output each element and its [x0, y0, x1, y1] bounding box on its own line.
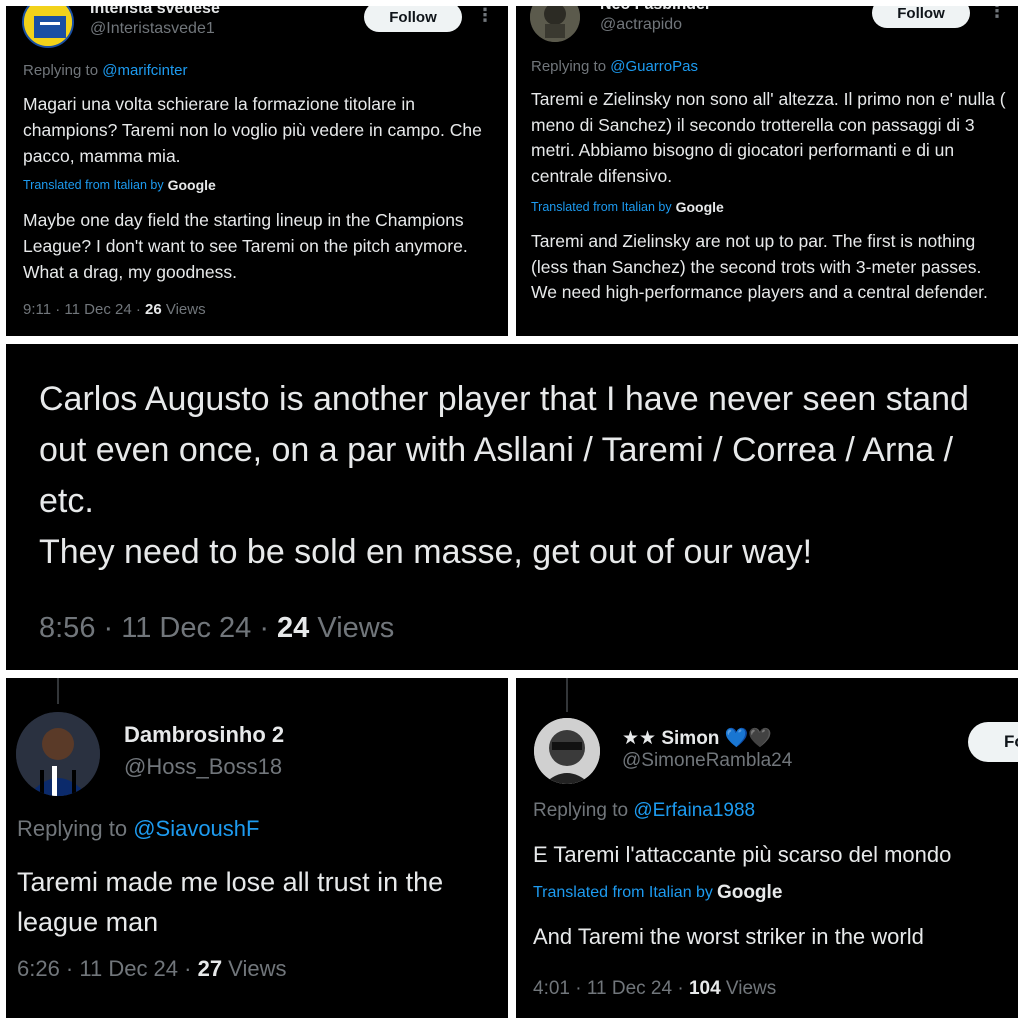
tweet-translation: Taremi and Zielinsky are not up to par. …	[531, 231, 988, 302]
views-label: Views	[222, 956, 287, 981]
timestamp[interactable]: 8:56 · 11 Dec 24 ·	[39, 612, 277, 644]
replying-to: Replying to @SiavoushF	[17, 816, 259, 842]
translation-attribution[interactable]: Translated from Italian by Google	[533, 882, 782, 904]
replying-to: Replying to @Erfaina1988	[533, 800, 755, 822]
tweet-original-text: E Taremi l'attaccante più scarso del mon…	[533, 842, 952, 867]
tweet-translation: Maybe one day field the starting lineup …	[23, 210, 468, 282]
translated-label: Translated from Italian by	[531, 200, 672, 214]
google-logo: Google	[716, 882, 783, 903]
timestamp[interactable]: 6:26 · 11 Dec 24 ·	[17, 956, 198, 981]
tweet-meta: 9:11 · 11 Dec 24 · 26 Views	[23, 301, 206, 318]
tweet-original-text: Magari una volta schierare la formazione…	[23, 94, 482, 166]
translated-label: Translated from Italian by	[23, 178, 164, 192]
user-handle[interactable]: @Hoss_Boss18	[124, 754, 282, 780]
tweet-meta: 6:26 · 11 Dec 24 · 27 Views	[17, 956, 286, 982]
translated-label: Translated from Italian by	[533, 884, 713, 901]
google-logo: Google	[675, 199, 724, 215]
views-label: Views	[720, 978, 777, 999]
user-handle[interactable]: @Interistasvede1	[90, 20, 215, 38]
thread-connector	[566, 678, 568, 712]
tweet-translation: And Taremi the worst striker in the worl…	[533, 924, 924, 949]
views-count: 104	[688, 978, 721, 999]
replying-prefix: Replying to	[23, 62, 103, 79]
avatar[interactable]	[22, 6, 74, 48]
display-name[interactable]: Dambrosinho 2	[124, 722, 284, 748]
timestamp[interactable]: 9:11 · 11 Dec 24 ·	[23, 301, 145, 318]
avatar[interactable]	[530, 6, 580, 42]
tweet-original-text: Taremi e Zielinsky non sono all' altezza…	[531, 89, 1006, 186]
tweet-meta: 8:56 · 11 Dec 24 · 24 Views	[39, 612, 394, 645]
tweet-card: Neo Fasbinder @actrapido Follow ⋮ Replyi…	[516, 6, 1018, 336]
views-count: 27	[197, 956, 223, 981]
translation-attribution[interactable]: Translated from Italian by Google	[531, 199, 724, 215]
tweet-card: Dambrosinho 2 @Hoss_Boss18 Replying to @…	[6, 678, 508, 1018]
views-label: Views	[161, 301, 206, 318]
follow-button[interactable]: Follow	[364, 6, 462, 32]
views-count: 24	[277, 612, 310, 644]
views-count: 26	[145, 301, 162, 318]
display-name[interactable]: Interista svedese	[90, 6, 220, 18]
mention-link[interactable]: @SiavoushF	[133, 816, 259, 841]
tweet-meta: 4:01 · 11 Dec 24 · 104 Views	[533, 978, 776, 1000]
mention-link[interactable]: @GuarroPas	[610, 58, 698, 75]
user-handle[interactable]: @SimoneRambla24	[622, 750, 792, 772]
avatar[interactable]	[16, 712, 100, 796]
display-name[interactable]: Neo Fasbinder	[600, 6, 711, 14]
replying-prefix: Replying to	[533, 800, 634, 821]
display-name[interactable]: ★★ Simon 💙🖤	[622, 726, 772, 750]
replying-prefix: Replying to	[17, 816, 134, 841]
translation-attribution[interactable]: Translated from Italian by Google	[23, 177, 216, 193]
tweet-card: ★★ Simon 💙🖤 @SimoneRambla24 Fo Replying …	[516, 678, 1018, 1018]
thread-connector	[57, 678, 59, 704]
follow-button[interactable]: Fo	[968, 722, 1018, 762]
tweet-card: Carlos Augusto is another player that I …	[6, 344, 1018, 670]
more-options-icon[interactable]: ⋮	[988, 6, 1006, 20]
follow-button[interactable]: Follow	[872, 6, 970, 28]
replying-prefix: Replying to	[531, 58, 611, 75]
replying-to: Replying to @marifcinter	[23, 62, 187, 79]
avatar[interactable]	[534, 718, 600, 784]
google-logo: Google	[167, 177, 216, 193]
views-label: Views	[309, 612, 395, 644]
user-handle[interactable]: @actrapido	[600, 16, 682, 34]
replying-to: Replying to @GuarroPas	[531, 58, 698, 75]
tweet-card: Interista svedese @Interistasvede1 Follo…	[6, 6, 508, 336]
tweet-text: Taremi made me lose all trust in the lea…	[17, 867, 444, 937]
more-options-icon[interactable]: ⋮	[476, 6, 494, 24]
mention-link[interactable]: @Erfaina1988	[633, 800, 755, 821]
tweet-text: Carlos Augusto is another player that I …	[39, 380, 969, 571]
mention-link[interactable]: @marifcinter	[102, 62, 187, 79]
timestamp[interactable]: 4:01 · 11 Dec 24 ·	[533, 978, 689, 999]
